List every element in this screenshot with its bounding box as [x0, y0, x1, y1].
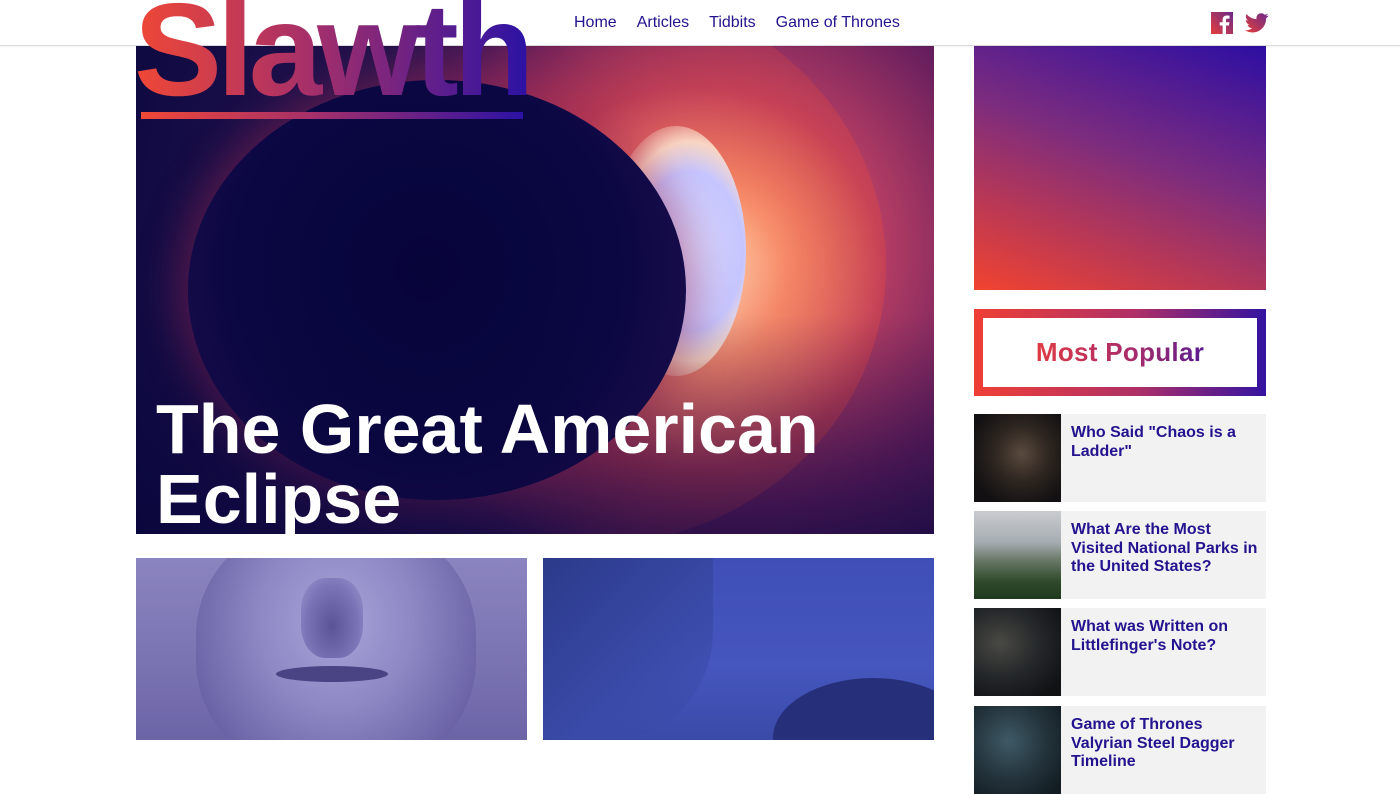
social-links	[1211, 12, 1269, 34]
nav-articles[interactable]: Articles	[637, 14, 689, 32]
most-popular-title: Most Popular	[1035, 337, 1205, 367]
popular-thumbnail	[974, 608, 1061, 696]
statue-nose	[301, 578, 363, 658]
twitter-icon[interactable]	[1245, 12, 1269, 34]
popular-thumbnail	[974, 511, 1061, 599]
article-card-statue[interactable]	[136, 558, 527, 740]
nav-tidbits[interactable]: Tidbits	[709, 14, 756, 32]
popular-item[interactable]: Game of Thrones Valyrian Steel Dagger Ti…	[974, 706, 1266, 794]
popular-item[interactable]: What Are the Most Visited National Parks…	[974, 511, 1266, 599]
most-popular-header: Most Popular	[974, 309, 1266, 396]
site-logo[interactable]: Slawth	[134, 0, 534, 116]
sidebar-ad-box	[974, 46, 1266, 290]
popular-item[interactable]: Who Said "Chaos is a Ladder"	[974, 414, 1266, 502]
character-silhouette	[773, 678, 934, 740]
popular-thumbnail	[974, 706, 1061, 794]
article-card-dragon[interactable]	[543, 558, 934, 740]
nav-game-of-thrones[interactable]: Game of Thrones	[776, 14, 900, 32]
dragon-image	[543, 558, 713, 740]
popular-title[interactable]: Game of Thrones Valyrian Steel Dagger Ti…	[1071, 716, 1266, 772]
popular-item[interactable]: What was Written on Littlefinger's Note?	[974, 608, 1266, 696]
main-nav: Home Articles Tidbits Game of Thrones	[574, 14, 900, 32]
statue-lips	[276, 666, 388, 682]
most-popular-inner: Most Popular	[983, 318, 1257, 387]
nav-home[interactable]: Home	[574, 14, 617, 32]
popular-title[interactable]: What was Written on Littlefinger's Note?	[1071, 618, 1266, 655]
popular-title[interactable]: Who Said "Chaos is a Ladder"	[1071, 424, 1266, 461]
popular-title[interactable]: What Are the Most Visited National Parks…	[1071, 521, 1266, 577]
hero-title[interactable]: The Great American Eclipse	[156, 394, 916, 534]
logo-underline	[141, 112, 523, 119]
popular-thumbnail	[974, 414, 1061, 502]
facebook-icon[interactable]	[1211, 12, 1233, 34]
